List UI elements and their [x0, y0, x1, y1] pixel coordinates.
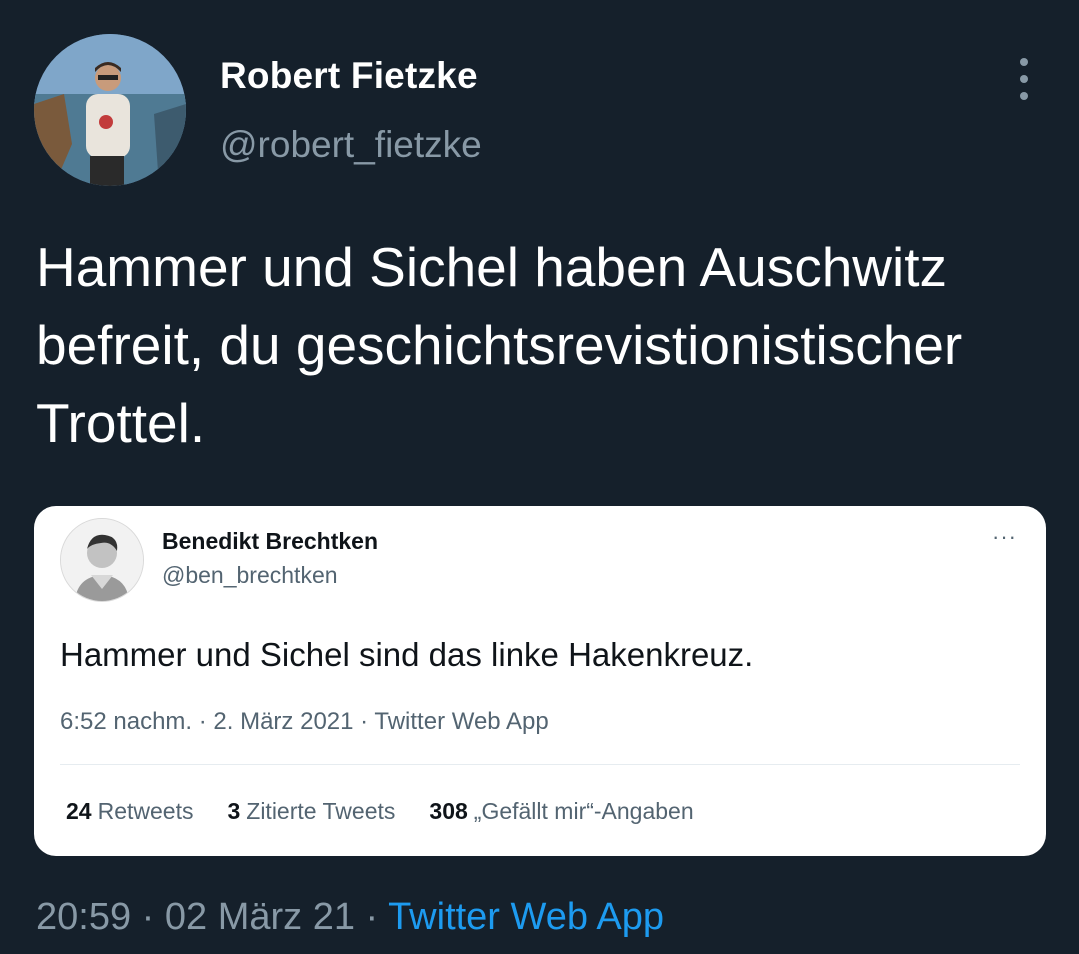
quoted-author-avatar[interactable]	[60, 518, 144, 602]
author-photo	[34, 34, 186, 186]
stat-likes[interactable]: 308 „Gefällt mir“-Angaben	[429, 798, 693, 825]
stat-retweets[interactable]: 24 Retweets	[66, 798, 193, 825]
quoted-author-handle[interactable]: @ben_brechtken	[162, 562, 338, 589]
divider	[60, 764, 1020, 765]
tweet-date[interactable]: 02 März 21	[165, 896, 355, 938]
author-name[interactable]: Robert Fietzke	[220, 55, 478, 97]
more-vertical-icon[interactable]	[1010, 58, 1038, 100]
stat-label: Retweets	[97, 798, 194, 824]
quoted-tweet-text: Hammer und Sichel sind das linke Hakenkr…	[60, 636, 754, 673]
stat-quote-tweets[interactable]: 3 Zitierte Tweets	[227, 798, 395, 825]
stat-label: Zitierte Tweets	[246, 798, 396, 824]
dot	[1020, 92, 1028, 100]
quoted-tweet-card[interactable]: Benedikt Brechtken @ben_brechtken ··· Ha…	[34, 506, 1046, 856]
quoted-tweet-meta: 6:52 nachm. · 2. März 2021 · Twitter Web…	[60, 708, 549, 735]
stat-count: 308	[429, 798, 468, 824]
stat-label: „Gefällt mir“-Angaben	[473, 798, 694, 824]
separator: ·	[365, 896, 379, 938]
tweet-timestamp: 20:59 · 02 März 21 · Twitter Web App	[36, 896, 664, 939]
quoted-author-name[interactable]: Benedikt Brechtken	[162, 528, 378, 555]
author-avatar[interactable]	[34, 34, 186, 186]
tweet-text: Hammer und Sichel haben Auschwitz befrei…	[36, 236, 963, 454]
author-handle[interactable]: @robert_fietzke	[220, 124, 482, 166]
tweet-source-link[interactable]: Twitter Web App	[388, 896, 664, 938]
stat-count: 24	[66, 798, 92, 824]
more-horizontal-icon[interactable]: ···	[992, 526, 1017, 548]
quoted-author-photo	[61, 519, 143, 601]
tweet-time[interactable]: 20:59	[36, 896, 131, 938]
dot	[1020, 75, 1028, 83]
dot	[1020, 58, 1028, 66]
stat-count: 3	[227, 798, 241, 824]
quoted-tweet-stats: 24 Retweets 3 Zitierte Tweets 308 „Gefällt …	[66, 798, 694, 825]
separator: ·	[141, 896, 155, 938]
